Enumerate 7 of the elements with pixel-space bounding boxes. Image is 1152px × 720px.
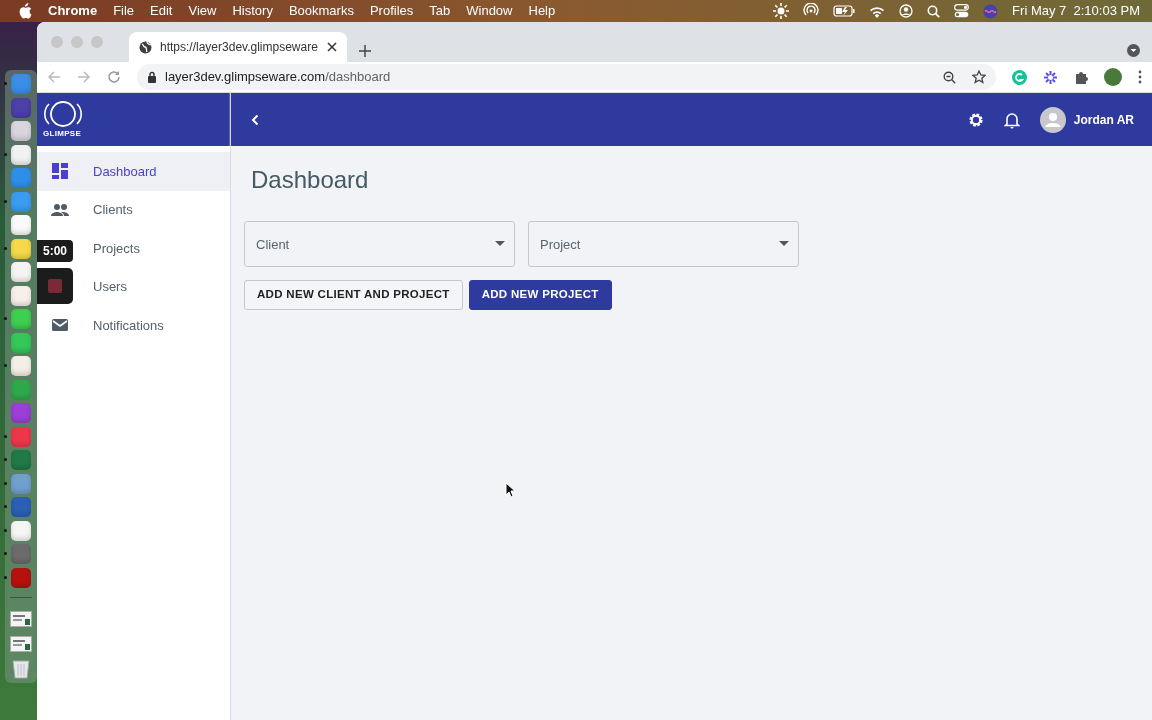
clock: Fri May 7 2:10:03 PM [1012,2,1140,21]
tab-title: https://layer3dev.glimpseware [160,39,319,56]
page-title: Dashboard [251,166,370,194]
url-path: /dashboard [325,68,391,87]
logo-text: GLIMPSE [43,127,83,140]
recording-timer-toast: 5:00 [37,240,73,262]
url-host: layer3dev.glimpseware.com [165,68,326,87]
